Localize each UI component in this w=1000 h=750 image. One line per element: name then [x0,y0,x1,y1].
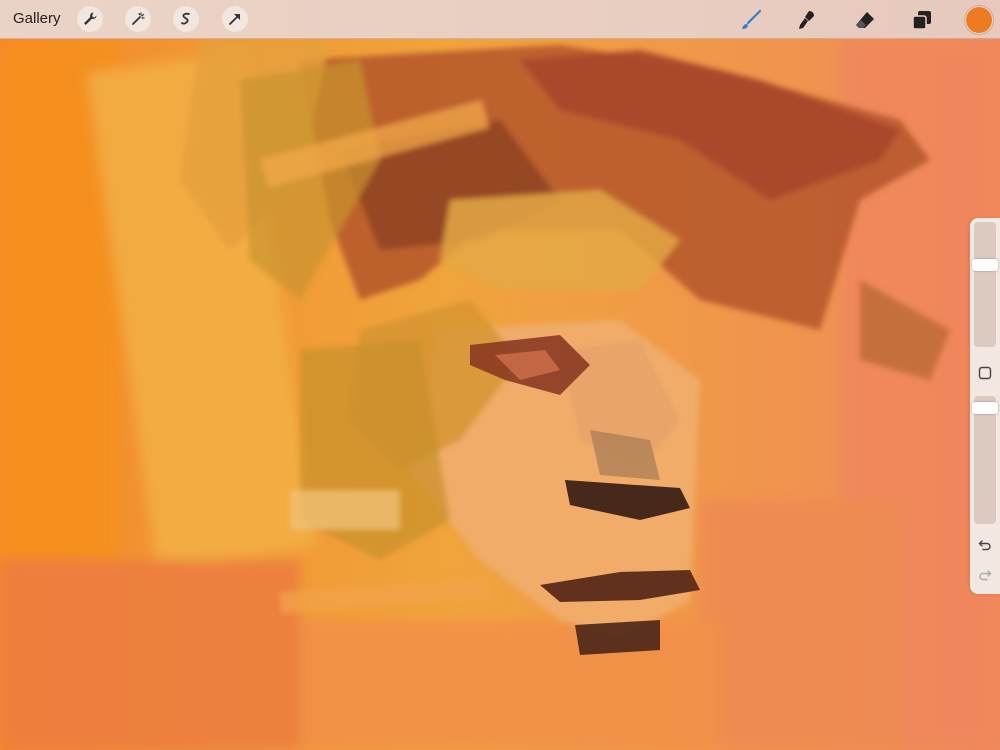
modify-square-icon[interactable] [976,364,994,382]
color-picker-swatch[interactable] [965,6,993,34]
drawing-canvas[interactable] [0,0,1000,750]
selection-icon[interactable] [173,6,199,32]
opacity-slider[interactable] [974,396,996,524]
top-toolbar: Gallery [0,0,1000,39]
layers-icon[interactable] [908,6,936,34]
eraser-icon[interactable] [851,6,879,34]
magic-wand-icon[interactable] [125,6,151,32]
gallery-button[interactable]: Gallery [13,10,61,27]
transform-arrow-icon[interactable] [222,6,248,32]
undo-icon[interactable] [976,536,994,554]
smudge-icon[interactable] [793,6,821,34]
brush-size-slider[interactable] [974,222,996,347]
side-toolbar [970,218,1000,594]
redo-icon[interactable] [976,566,994,584]
wrench-icon[interactable] [77,6,103,32]
opacity-slider-thumb[interactable] [972,402,998,414]
brush-size-slider-thumb[interactable] [972,259,998,271]
brush-icon[interactable] [737,6,765,34]
